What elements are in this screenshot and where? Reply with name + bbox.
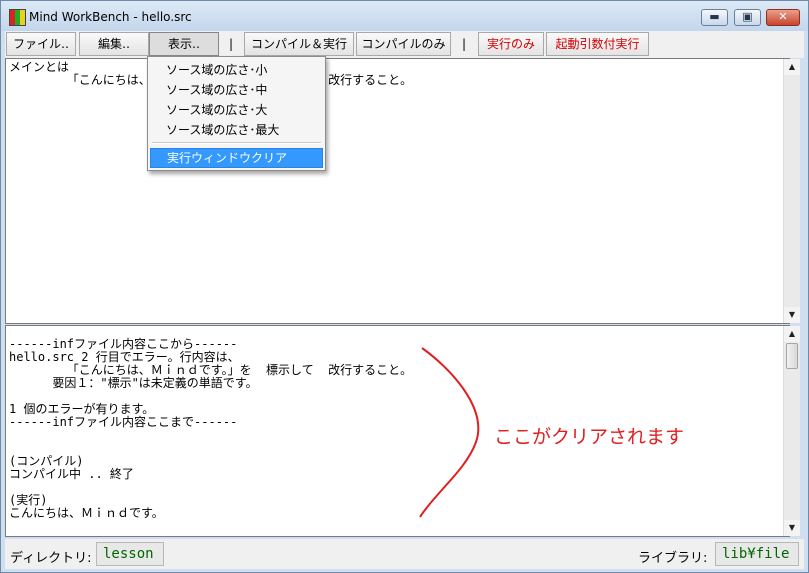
annotation-curve [419,347,480,518]
annotation-text: ここがクリアされます [494,426,685,448]
